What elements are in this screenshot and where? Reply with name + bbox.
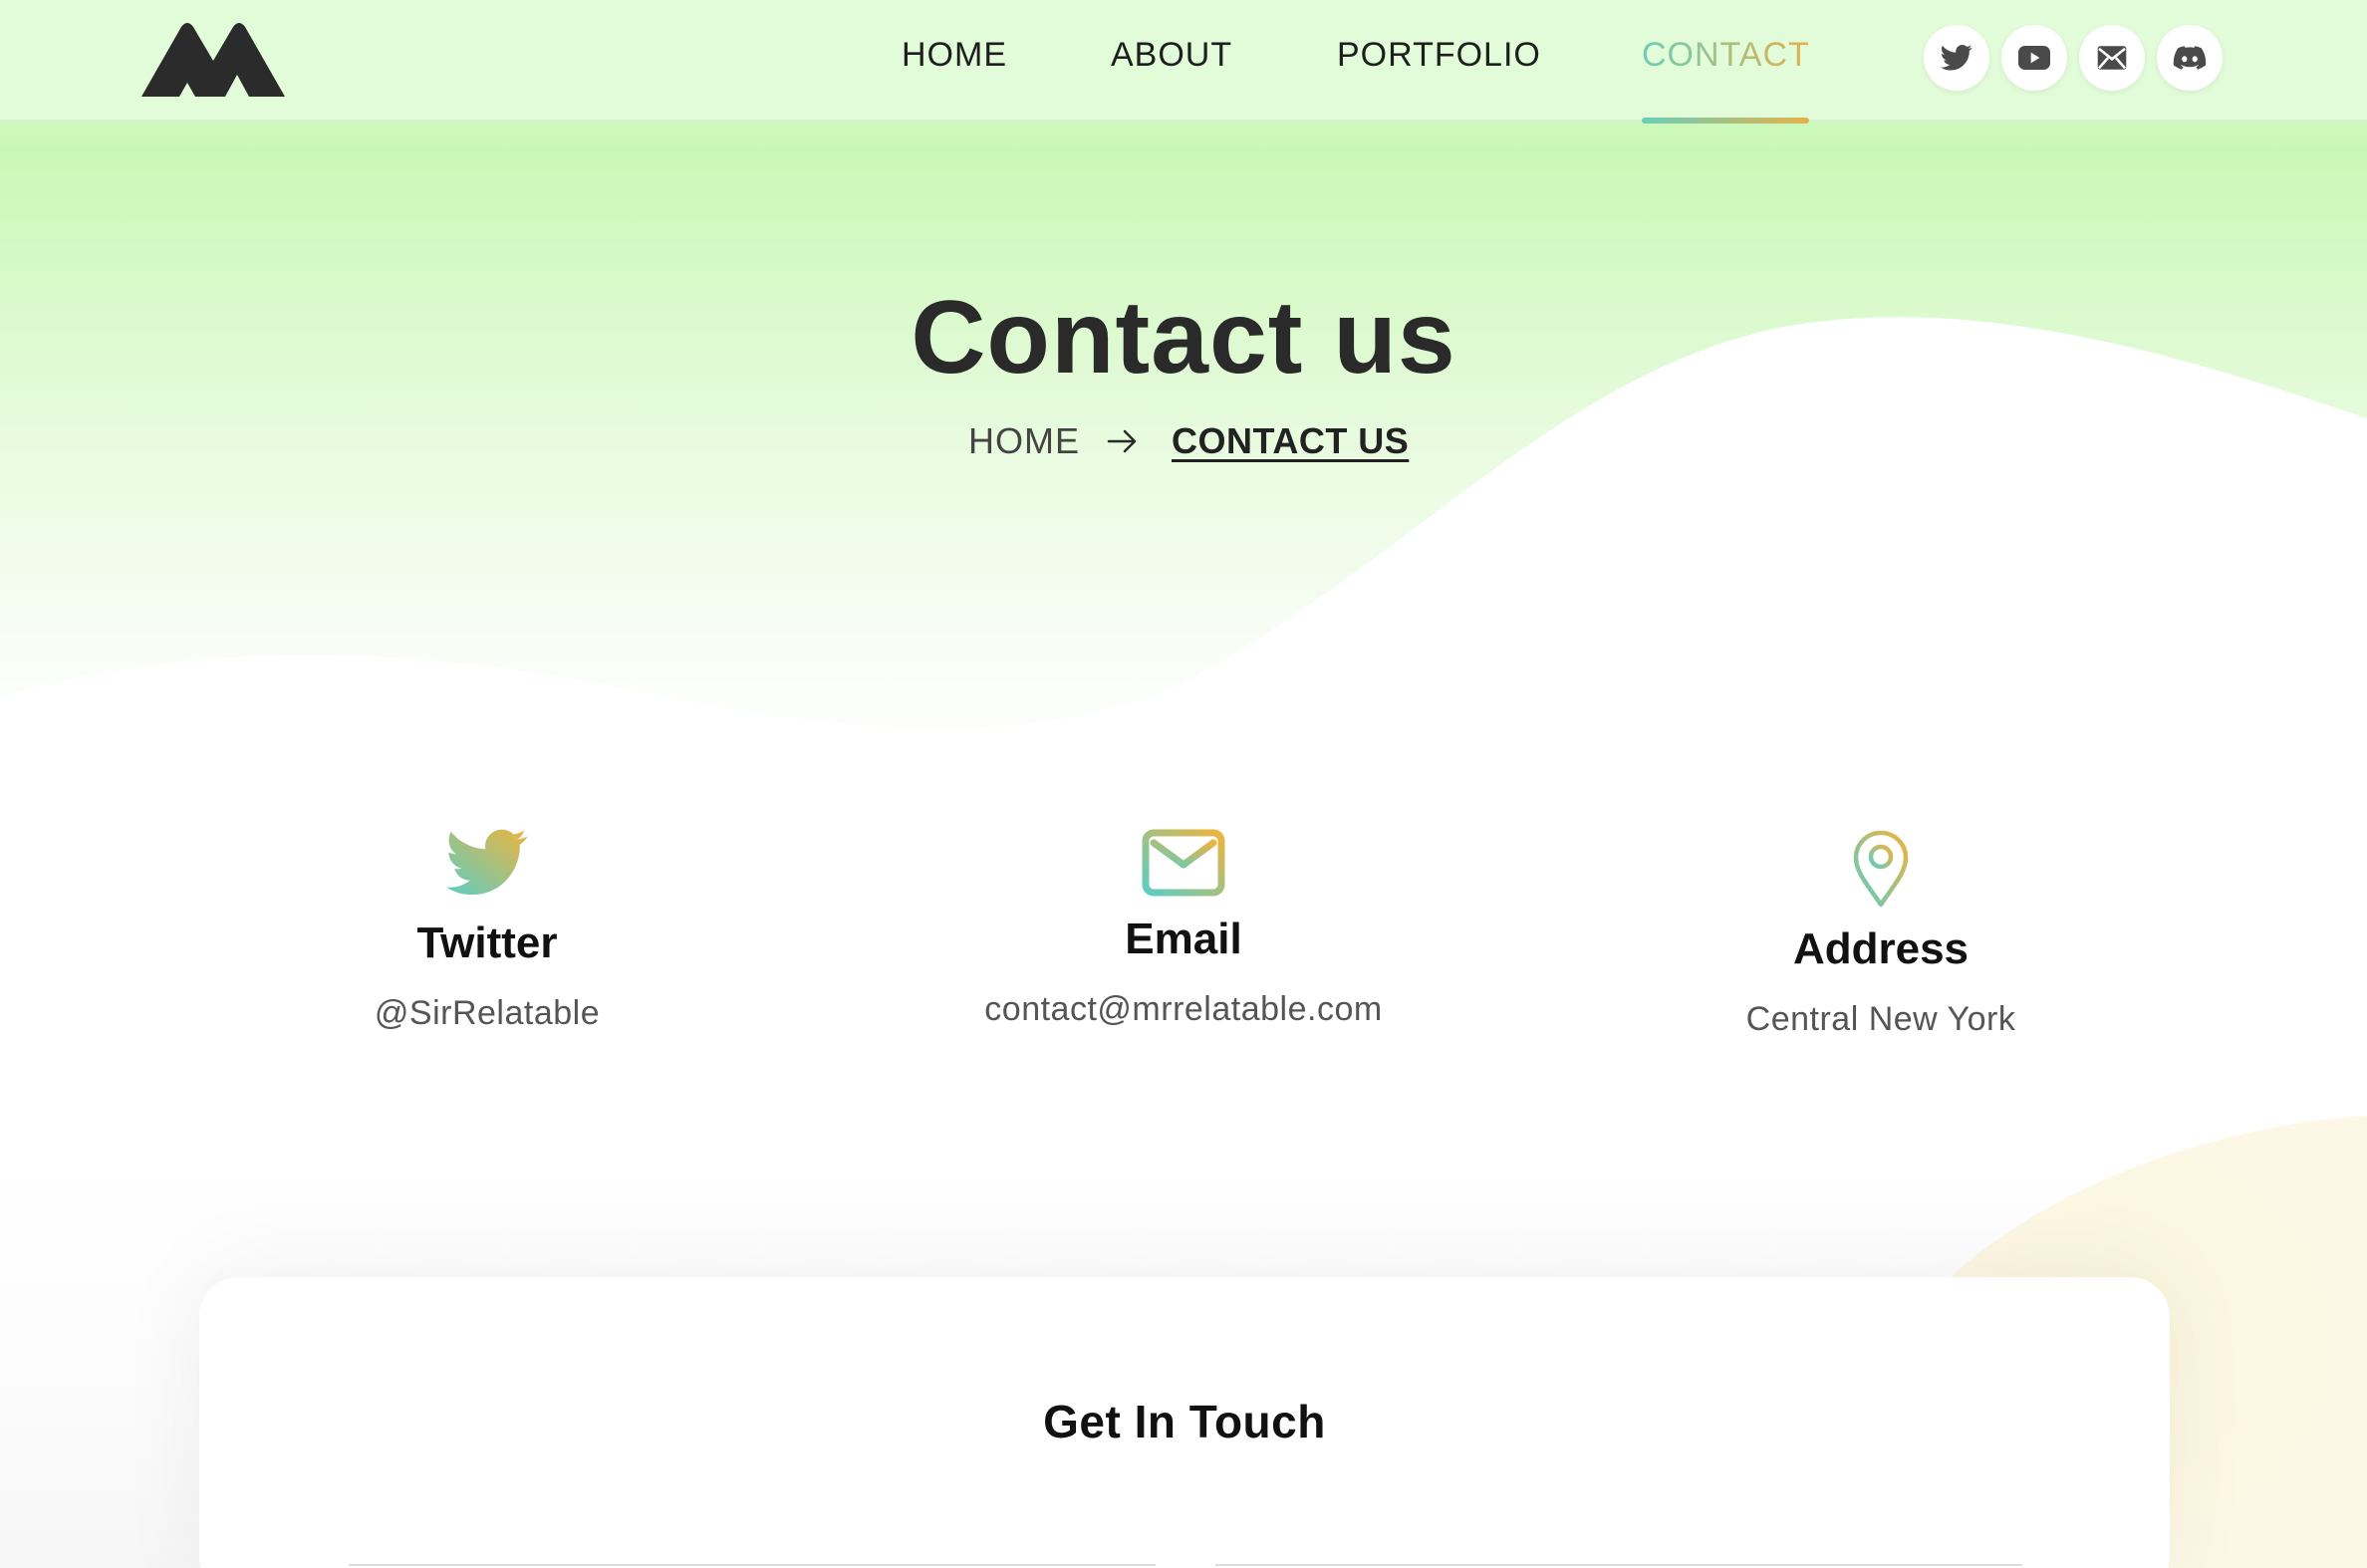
twitter-title: Twitter: [416, 918, 558, 967]
page-title: Contact us: [911, 280, 1456, 395]
top-navbar: HOME ABOUT PORTFOLIO CONTACT: [0, 0, 2367, 124]
discord-social-button[interactable]: [2157, 25, 2223, 91]
address-title: Address: [1792, 924, 1970, 973]
nav-link-contact[interactable]: CONTACT: [1642, 36, 1810, 75]
breadcrumb-home-link[interactable]: HOME: [968, 420, 1080, 462]
mail-icon: [2097, 46, 2127, 70]
address-value: Central New York: [1745, 1000, 2016, 1038]
email-address[interactable]: contact@mrrelatable.com: [885, 990, 1482, 1029]
nav-link-home[interactable]: HOME: [902, 36, 1007, 75]
contact-form-card: Get In Touch: [199, 1277, 2170, 1568]
nav-link-portfolio[interactable]: PORTFOLIO: [1337, 36, 1541, 75]
email-field[interactable]: [1215, 1564, 2022, 1566]
twitter-info-card: Twitter @SirRelatable: [288, 827, 686, 1033]
address-info-card: Address Central New York: [1682, 829, 2080, 1039]
arrow-right-icon: [1107, 429, 1137, 453]
active-nav-indicator: [1642, 118, 1809, 124]
breadcrumb-current: CONTACT US: [1172, 420, 1410, 461]
youtube-icon: [2018, 46, 2050, 70]
nav-link-about[interactable]: ABOUT: [1111, 36, 1232, 75]
twitter-handle[interactable]: @SirRelatable: [288, 994, 686, 1033]
mountain-logo[interactable]: [137, 17, 289, 101]
email-info-card: Email contact@mrrelatable.com: [885, 829, 1482, 1029]
mail-social-button[interactable]: [2079, 25, 2145, 91]
youtube-social-button[interactable]: [2001, 25, 2067, 91]
contact-form-heading: Get In Touch: [1043, 1396, 1326, 1447]
discord-icon: [2173, 46, 2207, 70]
name-field[interactable]: [349, 1564, 1156, 1566]
location-pin-icon: [1853, 830, 1909, 908]
email-title: Email: [1125, 915, 1242, 963]
twitter-social-button[interactable]: [1924, 25, 1989, 91]
twitter-icon: [1941, 45, 1972, 71]
mail-icon: [1142, 829, 1225, 897]
twitter-icon: [446, 829, 528, 896]
